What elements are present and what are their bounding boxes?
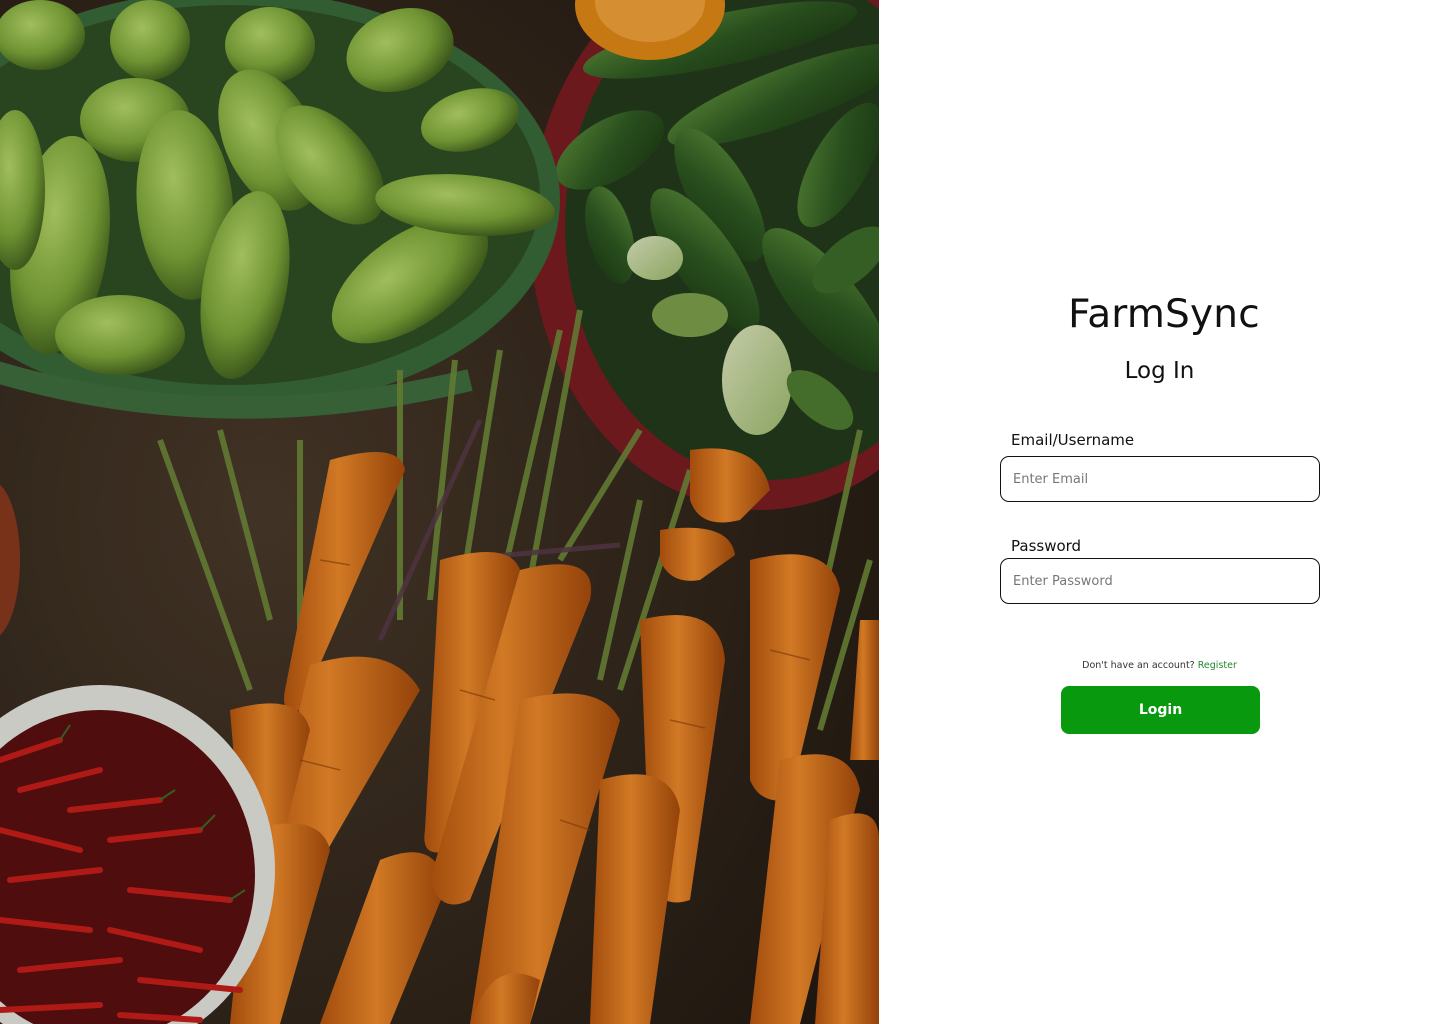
login-button[interactable]: Login bbox=[1061, 686, 1260, 734]
login-panel: FarmSync Log In Email/Username Password … bbox=[879, 0, 1440, 1024]
email-input[interactable] bbox=[1000, 456, 1320, 502]
brand-title: FarmSync bbox=[1068, 292, 1260, 337]
register-prompt-text: Don't have an account? bbox=[1082, 660, 1195, 671]
register-link[interactable]: Register bbox=[1198, 660, 1237, 671]
hero-vegetables-image bbox=[0, 0, 879, 1024]
email-label: Email/Username bbox=[1011, 431, 1135, 449]
register-prompt: Don't have an account? Register bbox=[879, 660, 1440, 671]
password-input[interactable] bbox=[1000, 558, 1320, 604]
password-label: Password bbox=[1011, 537, 1082, 555]
login-heading: Log In bbox=[1124, 358, 1195, 384]
